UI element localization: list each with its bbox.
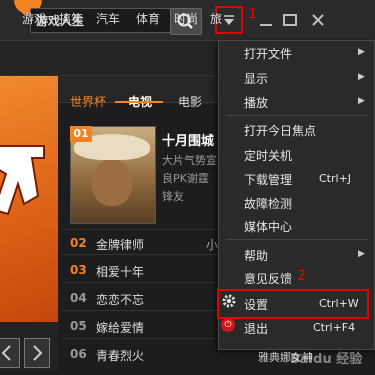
featured-title[interactable]: 十月围城 bbox=[162, 130, 214, 149]
divider bbox=[62, 310, 222, 311]
divider bbox=[62, 282, 222, 283]
category-item[interactable]: 体育 bbox=[136, 10, 160, 27]
chevron-left-icon bbox=[1, 345, 11, 361]
rank-number: 06 bbox=[70, 347, 87, 361]
menu-item-scheduled-shutdown[interactable]: 定时关机 bbox=[244, 147, 292, 164]
menu-item-today-focus[interactable]: 打开今日焦点 bbox=[244, 122, 316, 139]
tab-worldcup[interactable]: 世界杯 bbox=[70, 93, 106, 110]
shortcut-label: Ctrl+F4 bbox=[313, 321, 356, 334]
category-item[interactable]: 时尚 bbox=[174, 10, 198, 27]
divider bbox=[62, 254, 222, 255]
divider bbox=[62, 338, 222, 339]
category-item[interactable]: 旅 bbox=[210, 10, 222, 27]
menu-item-download-manager[interactable]: 下载管理 bbox=[244, 171, 292, 188]
watermark-logo: Baidu 经验 bbox=[290, 352, 363, 367]
list-item[interactable]: 06 青春烈火 bbox=[70, 347, 220, 371]
list-item[interactable]: 03 相爱十年 bbox=[70, 263, 220, 287]
tab-movie[interactable]: 电影 bbox=[178, 93, 202, 110]
rank-number: 02 bbox=[70, 236, 87, 250]
category-item[interactable]: 汽车 bbox=[96, 10, 120, 27]
menu-divider bbox=[226, 115, 368, 116]
submenu-arrow-icon: ▶ bbox=[358, 72, 365, 82]
power-icon: ⏻ bbox=[221, 318, 235, 332]
list-item[interactable]: 05 嫁给爱情 bbox=[70, 319, 220, 343]
chevron-right-icon bbox=[33, 345, 43, 361]
menu-item-help[interactable]: 帮助 bbox=[244, 247, 268, 264]
list-item-title: 青春烈火 bbox=[96, 349, 145, 363]
annotation-number-2: 2 bbox=[297, 268, 306, 284]
rank-badge: 01 bbox=[70, 126, 92, 142]
submenu-arrow-icon: ▶ bbox=[358, 47, 365, 57]
list-item-title: 恋恋不忘 bbox=[96, 293, 145, 307]
category-item[interactable]: 游戏 bbox=[22, 10, 46, 27]
menu-item-open-file[interactable]: 打开文件 bbox=[244, 45, 292, 62]
submenu-arrow-icon: ▶ bbox=[358, 96, 365, 106]
thumbnail-face-shape bbox=[92, 160, 132, 206]
list-item-title: 相爱十年 bbox=[96, 265, 145, 279]
active-tab-indicator bbox=[115, 101, 163, 103]
menu-item-diagnostics[interactable]: 故障检测 bbox=[244, 195, 292, 212]
shortcut-label: Ctrl+J bbox=[319, 172, 352, 185]
annotation-box-2 bbox=[217, 289, 369, 319]
menu-item-playback[interactable]: 播放 bbox=[244, 94, 268, 111]
category-item[interactable]: 搞笑 bbox=[59, 10, 83, 27]
list-item-extra: 小 bbox=[206, 238, 219, 252]
next-arrow-button[interactable] bbox=[24, 338, 50, 368]
close-icon bbox=[312, 14, 324, 26]
list-item[interactable]: 02 金牌律师 小 bbox=[70, 236, 220, 260]
menu-item-exit[interactable]: 退出 bbox=[244, 320, 268, 337]
list-item-title: 嫁给爱情 bbox=[96, 321, 145, 335]
rank-number: 05 bbox=[70, 319, 87, 333]
close-button[interactable] bbox=[308, 10, 328, 30]
rank-number: 04 bbox=[70, 291, 87, 305]
hero-glyph-art bbox=[0, 128, 56, 242]
minimize-button[interactable] bbox=[256, 10, 276, 30]
list-item-title: 金牌律师 bbox=[96, 238, 145, 252]
list-item[interactable]: 04 恋恋不忘 bbox=[70, 291, 220, 315]
rank-number: 03 bbox=[70, 263, 87, 277]
menu-item-media-center[interactable]: 媒体中心 bbox=[244, 218, 292, 235]
menu-item-display[interactable]: 显示 bbox=[244, 70, 268, 87]
divider bbox=[62, 229, 222, 230]
maximize-icon bbox=[283, 14, 297, 26]
prev-arrow-button[interactable] bbox=[0, 338, 20, 368]
menu-divider bbox=[226, 239, 368, 240]
submenu-arrow-icon: ▶ bbox=[358, 249, 365, 259]
featured-description: 大片气势宣良PK谢霆锋友 bbox=[162, 154, 217, 203]
minimize-icon bbox=[260, 24, 272, 26]
maximize-button[interactable] bbox=[280, 10, 300, 30]
menu-item-feedback[interactable]: 意见反馈 bbox=[244, 270, 292, 287]
